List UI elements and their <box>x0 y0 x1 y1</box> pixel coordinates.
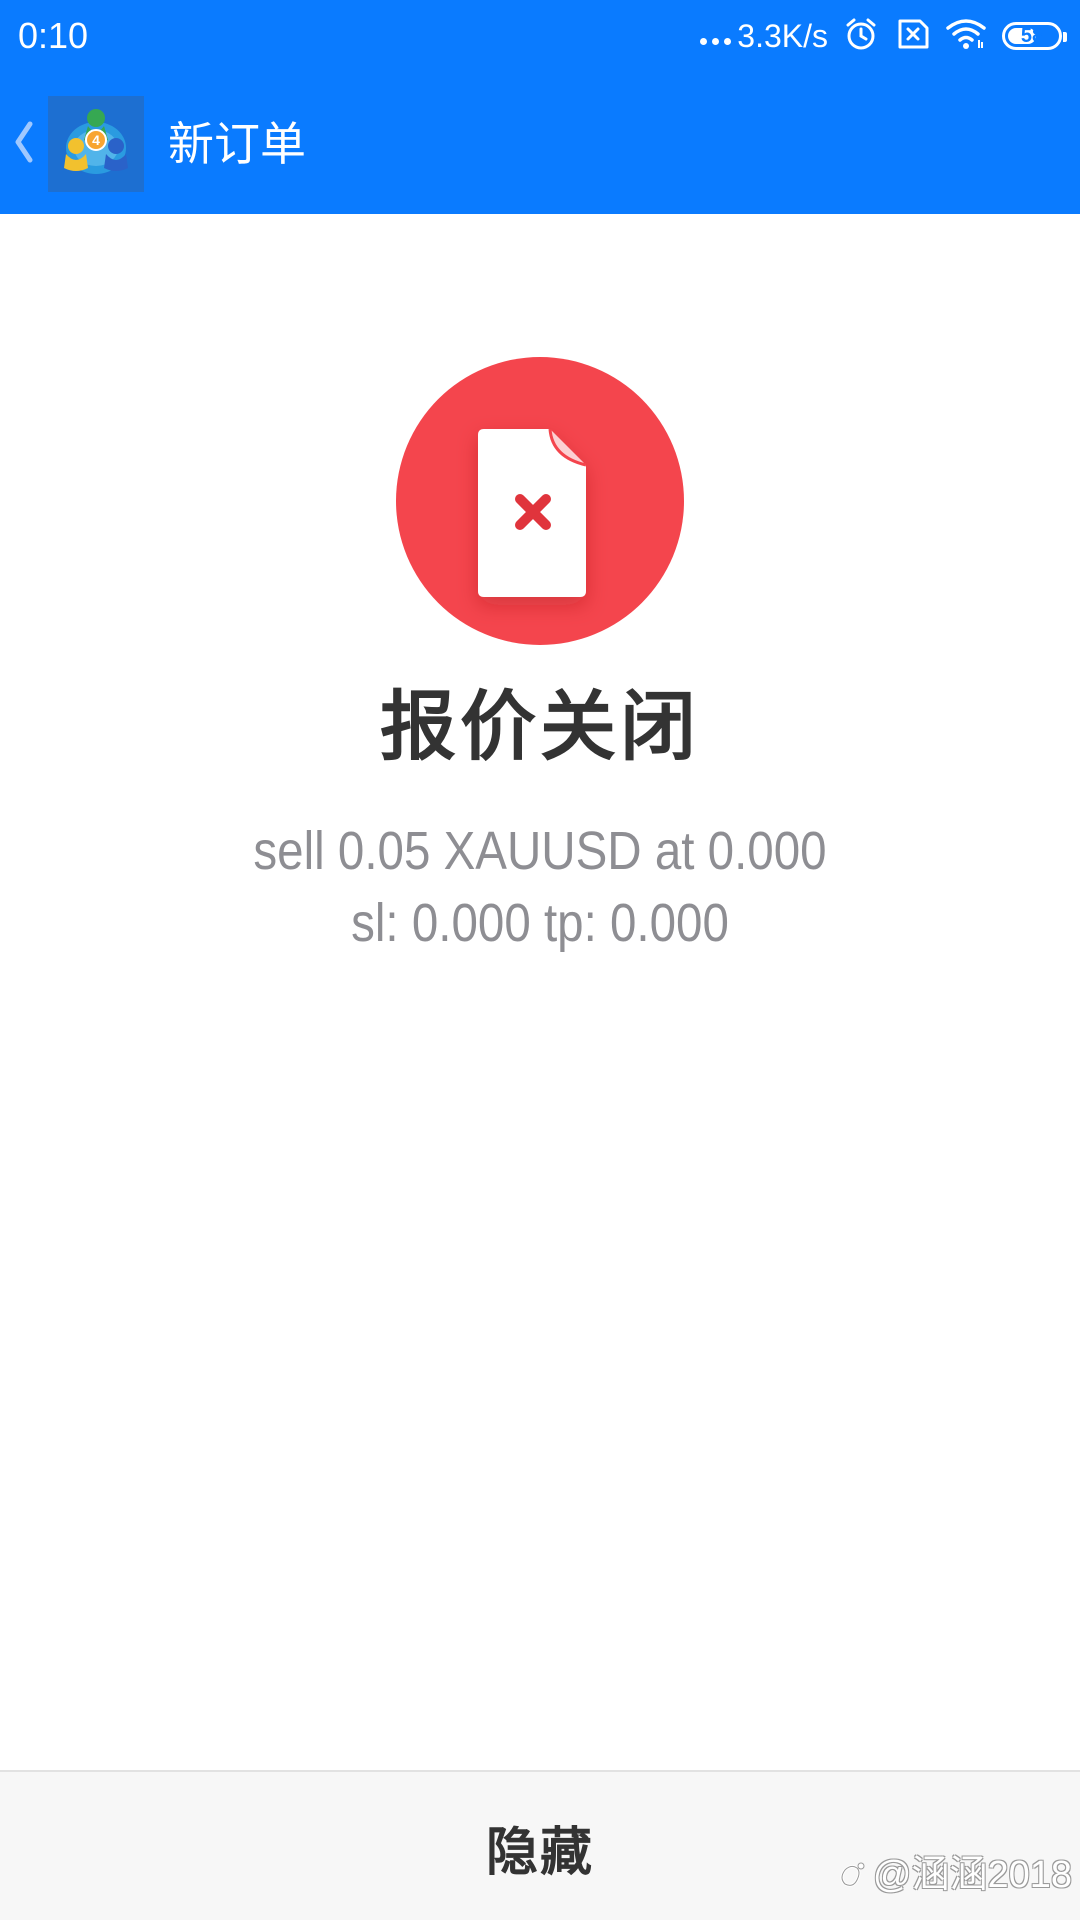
bottom-bar: 隐藏 @涵涵2018 <box>0 1770 1080 1920</box>
battery-cap <box>1063 32 1067 42</box>
dots-icon <box>700 37 732 45</box>
battery-level: 58 <box>1020 25 1044 47</box>
document-error-icon <box>478 428 587 597</box>
sim-blocked-icon <box>894 18 930 54</box>
network-speed: 3.3K/s <box>737 18 828 54</box>
watermark: @涵涵2018 <box>835 1852 1072 1898</box>
error-badge <box>396 357 684 645</box>
main-content: 报价关闭 sell 0.05 XAUUSD at 0.000 sl: 0.000… <box>0 214 1080 1770</box>
app-bar: 4 新订单 <box>0 72 1080 214</box>
order-summary-line: sell 0.05 XAUUSD at 0.000 <box>253 821 827 881</box>
alarm-icon <box>844 17 878 55</box>
page-title: 新订单 <box>168 117 306 171</box>
status-time: 0:10 <box>18 15 89 56</box>
watermark-text: @涵涵2018 <box>872 1854 1072 1896</box>
battery-icon: 58 <box>1002 22 1067 50</box>
back-button[interactable] <box>6 112 40 172</box>
result-title: 报价关闭 <box>380 682 700 771</box>
svg-text:4: 4 <box>92 132 100 148</box>
wifi-icon <box>946 18 986 54</box>
metatrader-4-logo: 4 <box>48 96 144 192</box>
hide-button[interactable]: 隐藏 <box>340 1792 740 1902</box>
weibo-logo-icon <box>840 1862 865 1887</box>
order-sl-tp-line: sl: 0.000 tp: 0.000 <box>351 893 729 953</box>
app-logo[interactable]: 4 <box>48 96 144 192</box>
chevron-left-icon <box>15 121 33 163</box>
status-bar: 0:10 3.3K/s 58 <box>0 0 1080 72</box>
status-icons: 3.3K/s 58 <box>700 14 1067 58</box>
